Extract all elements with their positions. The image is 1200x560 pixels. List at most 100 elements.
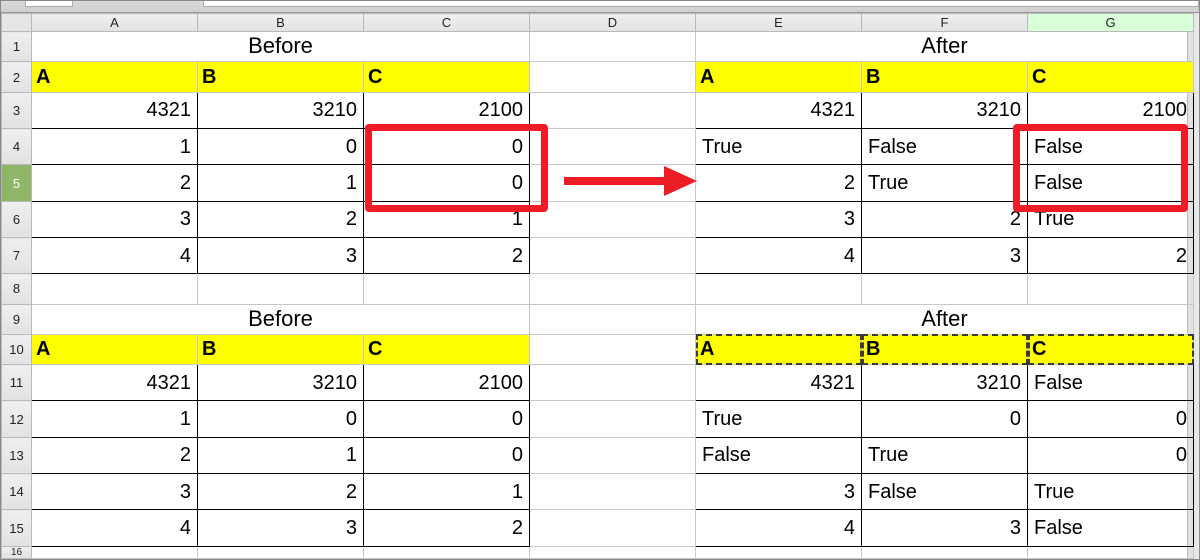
row-header[interactable]: 8	[2, 274, 32, 304]
cell[interactable]: 0	[198, 401, 364, 437]
row-header[interactable]: 9	[2, 304, 32, 334]
cell[interactable]: 3	[696, 474, 862, 510]
cell[interactable]	[32, 546, 198, 558]
cell[interactable]	[530, 546, 696, 558]
cell[interactable]: 0	[364, 129, 530, 165]
cell[interactable]: True	[696, 401, 862, 437]
cell-D2[interactable]	[530, 62, 696, 92]
cell[interactable]	[530, 274, 696, 304]
cell[interactable]: True	[862, 165, 1028, 201]
cell[interactable]: True	[1028, 201, 1194, 237]
cell-D5[interactable]	[530, 165, 696, 201]
cell[interactable]: 4321	[32, 365, 198, 401]
cell[interactable]: 3	[198, 238, 364, 274]
cell[interactable]: 2	[364, 510, 530, 546]
cell[interactable]: 3210	[198, 92, 364, 128]
cell-D13[interactable]	[530, 437, 696, 473]
cell[interactable]: False	[1028, 365, 1194, 401]
row-header[interactable]: 1	[2, 32, 32, 62]
cell[interactable]: 3210	[862, 365, 1028, 401]
cell[interactable]: 4	[32, 510, 198, 546]
cell[interactable]: 0	[364, 165, 530, 201]
row-header[interactable]: 6	[2, 201, 32, 237]
cell[interactable]	[198, 546, 364, 558]
select-all-corner[interactable]	[2, 14, 32, 32]
cell-D6[interactable]	[530, 201, 696, 237]
col-header-D[interactable]: D	[530, 14, 696, 32]
row-header[interactable]: 11	[2, 365, 32, 401]
cell[interactable]: 2	[862, 201, 1028, 237]
cell-D1[interactable]	[530, 32, 696, 62]
title-before-2[interactable]: Before	[32, 304, 530, 334]
col-header-A[interactable]: A	[32, 14, 198, 32]
cell[interactable]: True	[1028, 474, 1194, 510]
cell[interactable]: 1	[32, 401, 198, 437]
row-header[interactable]: 12	[2, 401, 32, 437]
cell-D14[interactable]	[530, 474, 696, 510]
hdr-B[interactable]: B	[198, 62, 364, 92]
cell[interactable]: 3	[32, 474, 198, 510]
cell[interactable]: 2100	[1028, 92, 1194, 128]
cell[interactable]	[862, 546, 1028, 558]
title-before-1[interactable]: Before	[32, 32, 530, 62]
hdr-C[interactable]: C	[364, 62, 530, 92]
cell[interactable]: 3	[862, 510, 1028, 546]
cell[interactable]: 2	[1028, 238, 1194, 274]
hdr[interactable]: A	[32, 334, 198, 364]
col-header-G[interactable]: G	[1028, 14, 1194, 32]
row-header[interactable]: 13	[2, 437, 32, 473]
cell[interactable]: 2100	[364, 365, 530, 401]
cell[interactable]: True	[696, 129, 862, 165]
cell-D3[interactable]	[530, 92, 696, 128]
cell-D4[interactable]	[530, 129, 696, 165]
cell-D9[interactable]	[530, 304, 696, 334]
cell[interactable]	[1028, 546, 1194, 558]
cell[interactable]: 4321	[696, 92, 862, 128]
cell-D15[interactable]	[530, 510, 696, 546]
name-box[interactable]: G5	[25, 0, 73, 7]
cell-G5-active[interactable]: False	[1028, 165, 1194, 201]
cell[interactable]: 4	[32, 238, 198, 274]
spreadsheet-grid[interactable]: A B C D E F G 1 Before After 2 A B C	[1, 13, 1187, 559]
cell[interactable]: 1	[198, 165, 364, 201]
cell[interactable]: False	[1028, 510, 1194, 546]
cell[interactable]: 0	[862, 401, 1028, 437]
cell[interactable]	[696, 546, 862, 558]
cell[interactable]: 2	[198, 201, 364, 237]
cell[interactable]: 2	[198, 474, 364, 510]
sum-icon[interactable]: Σ	[153, 0, 171, 5]
formula-bar[interactable]: False	[203, 0, 1199, 7]
cell[interactable]: 1	[364, 474, 530, 510]
cell[interactable]: 0	[364, 437, 530, 473]
hdr[interactable]: C	[364, 334, 530, 364]
title-after-2[interactable]: After	[696, 304, 1194, 334]
equals-icon[interactable]: =	[179, 0, 197, 5]
cell[interactable]: 0	[198, 129, 364, 165]
cell[interactable]: 1	[364, 201, 530, 237]
cell[interactable]: True	[862, 437, 1028, 473]
cell-D11[interactable]	[530, 365, 696, 401]
cell[interactable]: 1	[32, 129, 198, 165]
cell[interactable]: 3	[862, 238, 1028, 274]
cell[interactable]	[32, 274, 198, 304]
col-header-B[interactable]: B	[198, 14, 364, 32]
cell[interactable]: 3	[32, 201, 198, 237]
hdr-A[interactable]: A	[32, 62, 198, 92]
cell[interactable]: 0	[1028, 401, 1194, 437]
hdr[interactable]: B	[862, 334, 1028, 364]
hdr[interactable]: A	[696, 334, 862, 364]
row-header[interactable]: 5	[2, 165, 32, 201]
title-after-1[interactable]: After	[696, 32, 1194, 62]
hdr[interactable]: C	[1028, 334, 1194, 364]
cell-D12[interactable]	[530, 401, 696, 437]
cell-D7[interactable]	[530, 238, 696, 274]
cell[interactable]: 3210	[862, 92, 1028, 128]
hdr-A2[interactable]: A	[696, 62, 862, 92]
cell[interactable]: False	[862, 129, 1028, 165]
cell[interactable]	[364, 546, 530, 558]
cell[interactable]: 2	[32, 165, 198, 201]
formula-fx-icon[interactable]: fx	[127, 0, 145, 5]
cell[interactable]	[1028, 274, 1194, 304]
col-header-E[interactable]: E	[696, 14, 862, 32]
cell[interactable]: 2	[32, 437, 198, 473]
